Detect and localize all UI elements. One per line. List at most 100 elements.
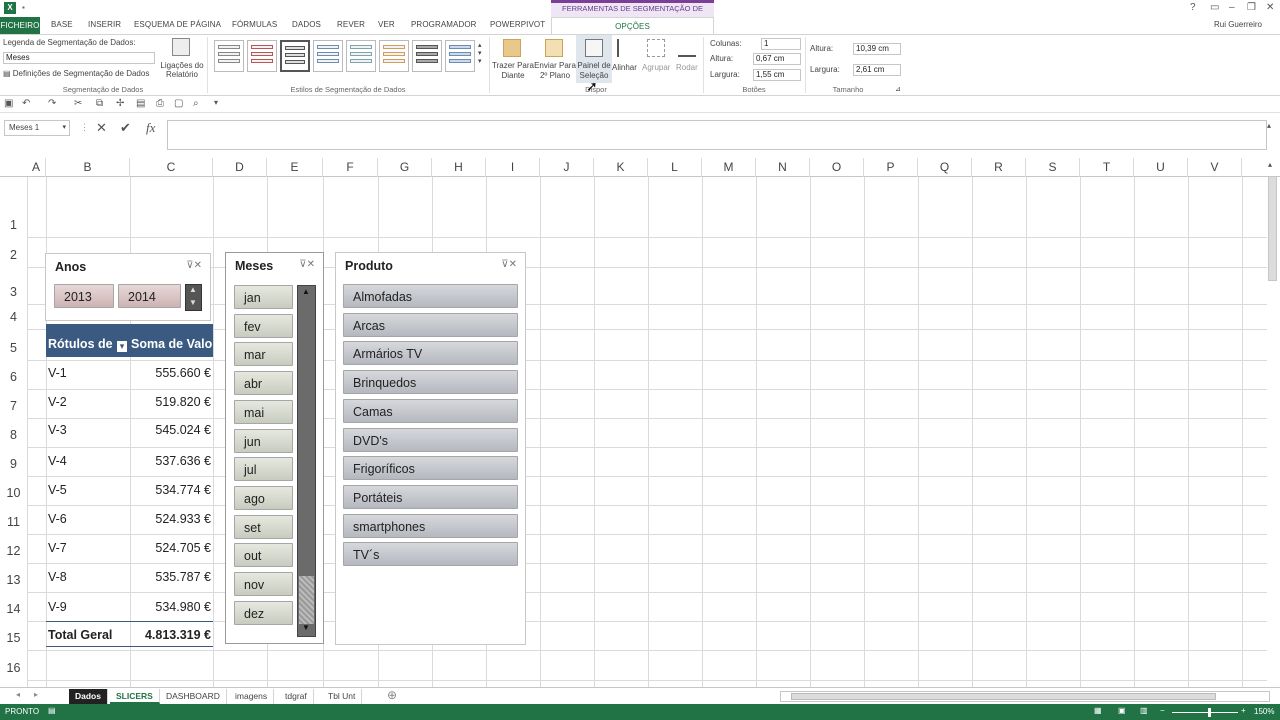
pivot-row-label[interactable]: V-6: [48, 512, 67, 526]
height-input[interactable]: 10,39 cm: [853, 43, 901, 55]
scroll-up-icon[interactable]: ▲: [302, 287, 310, 296]
column-header[interactable]: D: [213, 158, 267, 177]
button-width-input[interactable]: 1,55 cm: [753, 69, 801, 81]
column-header[interactable]: H: [432, 158, 486, 177]
row-header[interactable]: 14: [0, 602, 27, 616]
send-backward-icon[interactable]: [545, 39, 563, 57]
slicer-item-product[interactable]: DVD's: [343, 427, 518, 452]
column-header[interactable]: O: [810, 158, 864, 177]
slicer-produto[interactable]: Produto ⊽✕ Almofadas Arcas Armários TV Brin…: [335, 252, 526, 645]
column-header[interactable]: T: [1080, 158, 1134, 177]
tab-dados[interactable]: DADOS: [292, 20, 321, 29]
name-box[interactable]: Meses 1 ▾: [4, 120, 70, 136]
user-name[interactable]: Rui Guerreiro: [1214, 20, 1262, 29]
pivot-total-label[interactable]: Total Geral: [48, 628, 112, 642]
clear-filter-icon[interactable]: ⊽✕: [299, 259, 315, 270]
slicer-meses[interactable]: Meses ⊽✕ jan fev mar abr mai jun jul ago set out n…: [225, 252, 324, 644]
pivot-row-label[interactable]: V-9: [48, 600, 67, 614]
sheet-tab-dashboard[interactable]: DASHBOARD: [160, 689, 227, 704]
pivot-row-value[interactable]: 534.774 €: [120, 483, 211, 497]
row-header[interactable]: 3: [0, 285, 27, 299]
copy-icon[interactable]: ⧉: [96, 98, 103, 109]
slicer-anos-scrollbar[interactable]: ▲ ▼: [185, 284, 202, 311]
pivot-row-label[interactable]: V-4: [48, 454, 67, 468]
print-icon[interactable]: ⎙: [156, 98, 164, 109]
ribbon-display-icon[interactable]: ▭: [1210, 2, 1219, 13]
slicer-item-mai[interactable]: mai: [234, 399, 293, 424]
pivot-row-labels-header[interactable]: Rótulos de: [48, 337, 113, 351]
slicer-item-product[interactable]: Brinquedos: [343, 370, 518, 395]
page-icon[interactable]: ▢: [174, 98, 183, 109]
tab-rever[interactable]: REVER: [337, 20, 365, 29]
rotate-icon[interactable]: [678, 39, 696, 57]
formula-input[interactable]: [167, 120, 1267, 150]
slicer-item-fev[interactable]: fev: [234, 313, 293, 338]
filter-dropdown-icon[interactable]: ▾: [117, 341, 127, 352]
caption-input[interactable]: Meses: [3, 52, 155, 64]
column-header[interactable]: E: [267, 158, 323, 177]
slicer-item-abr[interactable]: abr: [234, 371, 293, 396]
scroll-down-icon[interactable]: ▼: [302, 623, 310, 632]
minimize-icon[interactable]: –: [1229, 2, 1235, 13]
tab-formulas[interactable]: FÓRMULAS: [232, 20, 277, 29]
column-header[interactable]: F: [323, 158, 378, 177]
row-header[interactable]: 7: [0, 399, 27, 413]
slicer-item-product[interactable]: smartphones: [343, 513, 518, 538]
column-header[interactable]: N: [756, 158, 810, 177]
row-header[interactable]: 4: [0, 310, 27, 324]
row-header[interactable]: 5: [0, 341, 27, 355]
column-header[interactable]: J: [540, 158, 594, 177]
column-header[interactable]: L: [648, 158, 702, 177]
slicer-item-product[interactable]: TV´s: [343, 542, 518, 567]
clear-filter-icon[interactable]: ⊽✕: [186, 260, 202, 271]
expand-formula-icon[interactable]: ▴: [1267, 121, 1271, 130]
column-header[interactable]: A: [27, 158, 46, 177]
slicer-anos[interactable]: Anos ⊽✕ 2013 2014 ▲ ▼: [45, 253, 211, 321]
row-header[interactable]: 10: [0, 486, 27, 500]
slicer-style-7[interactable]: [412, 40, 442, 72]
row-header[interactable]: 2: [0, 248, 27, 262]
slicer-item-out[interactable]: out: [234, 543, 293, 568]
pivot-row-label[interactable]: V-3: [48, 423, 67, 437]
cancel-icon[interactable]: ✕: [96, 120, 107, 136]
page-layout-icon[interactable]: ▣: [1118, 706, 1126, 715]
tab-inserir[interactable]: INSERIR: [88, 20, 121, 29]
slicer-item-set[interactable]: set: [234, 514, 293, 539]
tab-base[interactable]: BASE: [51, 20, 73, 29]
slicer-item-dez[interactable]: dez: [234, 600, 293, 625]
pivot-row-value[interactable]: 534.980 €: [120, 600, 211, 614]
pivot-row-label[interactable]: V-1: [48, 366, 67, 380]
pivot-row-value[interactable]: 537.636 €: [120, 454, 211, 468]
vertical-scroll-up-icon[interactable]: ▴: [1268, 160, 1272, 169]
width-input[interactable]: 2,61 cm: [853, 64, 901, 76]
tab-programador[interactable]: PROGRAMADOR: [411, 20, 477, 29]
customize-qat-icon[interactable]: ▾: [214, 98, 218, 107]
report-connections-label[interactable]: Ligações do Relatório: [160, 61, 204, 79]
column-header[interactable]: S: [1026, 158, 1080, 177]
slicer-style-3[interactable]: [280, 40, 310, 72]
row-header[interactable]: 16: [0, 661, 27, 675]
row-header[interactable]: 8: [0, 428, 27, 442]
selection-pane-icon[interactable]: [585, 39, 603, 57]
align-button[interactable]: Alinhar: [612, 63, 637, 72]
restore-icon[interactable]: ❐: [1247, 2, 1256, 13]
help-icon[interactable]: ?: [1190, 2, 1196, 13]
sheet-tab-tdgraf[interactable]: tdgraf: [279, 689, 314, 704]
scroll-down-icon[interactable]: ▼: [189, 298, 197, 307]
tab-powerpivot[interactable]: POWERPIVOT: [490, 20, 545, 29]
pivot-sum-header[interactable]: Soma de Valo: [131, 337, 213, 351]
slicer-item-product[interactable]: Portáteis: [343, 484, 518, 509]
slicer-style-4[interactable]: [313, 40, 343, 72]
styles-scroll-icon[interactable]: ▴ ▾ ▾: [478, 41, 482, 65]
slicer-style-2[interactable]: [247, 40, 277, 72]
slicer-meses-scrollbar[interactable]: ▲ ▼: [297, 285, 316, 637]
insert-function-icon[interactable]: fx: [146, 120, 155, 136]
slicer-item-product[interactable]: Frigoríficos: [343, 456, 518, 481]
pivot-row-value[interactable]: 524.705 €: [120, 541, 211, 555]
slicer-style-1[interactable]: [214, 40, 244, 72]
horizontal-scrollbar[interactable]: [780, 691, 1270, 702]
slicer-item-jun[interactable]: jun: [234, 428, 293, 453]
pivot-total-value[interactable]: 4.813.319 €: [120, 628, 211, 642]
close-icon[interactable]: ✕: [1266, 2, 1274, 13]
slicer-item-2014[interactable]: 2014: [118, 284, 181, 308]
